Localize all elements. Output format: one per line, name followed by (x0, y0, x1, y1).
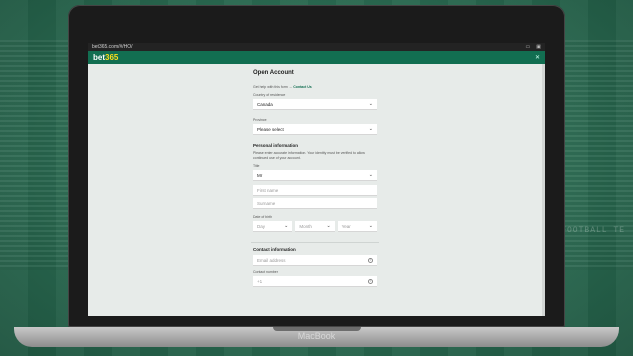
chevron-down-icon: ⌄ (368, 223, 373, 229)
page-scrollbar[interactable] (542, 64, 545, 316)
province-label: Province (253, 118, 267, 122)
bet365-logo[interactable]: bet365 (93, 53, 118, 62)
info-icon[interactable]: i (368, 257, 373, 263)
first-name-input[interactable]: First name (253, 185, 377, 196)
country-label: Country of residence (253, 93, 286, 97)
browser-bar: bet365.com/#/HO/ ▭ ▣ (88, 43, 545, 51)
chevron-down-icon: ⌄ (368, 126, 373, 132)
macbook-label: MacBook (297, 331, 336, 341)
dob-year-select[interactable]: Year ⌄ (337, 221, 377, 232)
country-select[interactable]: Canada ⌄ (253, 99, 377, 110)
dob-day-select[interactable]: Day ⌄ (253, 221, 293, 232)
personal-info-text: Please enter accurate information. Your … (253, 151, 365, 160)
dob-row: Day ⌄ Month ⌄ Year ⌄ (253, 221, 377, 232)
tab-icon[interactable]: ▣ (536, 44, 541, 50)
dob-label: Date of birth (253, 215, 273, 219)
section-divider (251, 242, 379, 243)
contact-us-link[interactable]: Contact Us (293, 85, 311, 89)
surname-input[interactable]: Surname (253, 198, 377, 209)
page-icon[interactable]: ▭ (526, 44, 531, 50)
phone-input[interactable]: +1 i (253, 276, 377, 287)
title-label: Title (253, 164, 260, 168)
close-icon[interactable]: ✕ (535, 54, 540, 61)
stadium-stands-left (0, 40, 70, 270)
laptop-screen: bet365.com/#/HO/ ▭ ▣ bet365 ✕ Open Accou… (88, 43, 545, 316)
contact-info-heading: Contact information (253, 247, 296, 252)
title-select[interactable]: Mr ⌄ (253, 170, 377, 181)
url-bar[interactable]: bet365.com/#/HO/ (92, 44, 133, 50)
info-icon[interactable]: i (368, 278, 373, 284)
chevron-down-icon: ⌄ (326, 223, 331, 229)
open-account-form: Open Account Get help with this form → C… (251, 70, 379, 287)
help-line: Get help with this form → Contact Us (253, 85, 312, 89)
contact-number-label: Contact number (253, 270, 278, 274)
advertising-board: FOOTBALL TE (561, 226, 625, 235)
chevron-down-icon: ⌄ (368, 172, 373, 178)
browser-icons: ▭ ▣ (526, 44, 541, 50)
chevron-down-icon: ⌄ (284, 223, 289, 229)
chevron-down-icon: ⌄ (368, 101, 373, 107)
email-input[interactable]: Email address i (253, 255, 377, 266)
province-select[interactable]: Please select ⌄ (253, 124, 377, 135)
site-header: bet365 ✕ (88, 51, 545, 64)
stadium-stands-right (563, 40, 633, 270)
page-title: Open Account (253, 70, 294, 76)
page-body: Open Account Get help with this form → C… (88, 64, 545, 316)
dob-month-select[interactable]: Month ⌄ (295, 221, 335, 232)
personal-info-heading: Personal information (253, 143, 299, 148)
